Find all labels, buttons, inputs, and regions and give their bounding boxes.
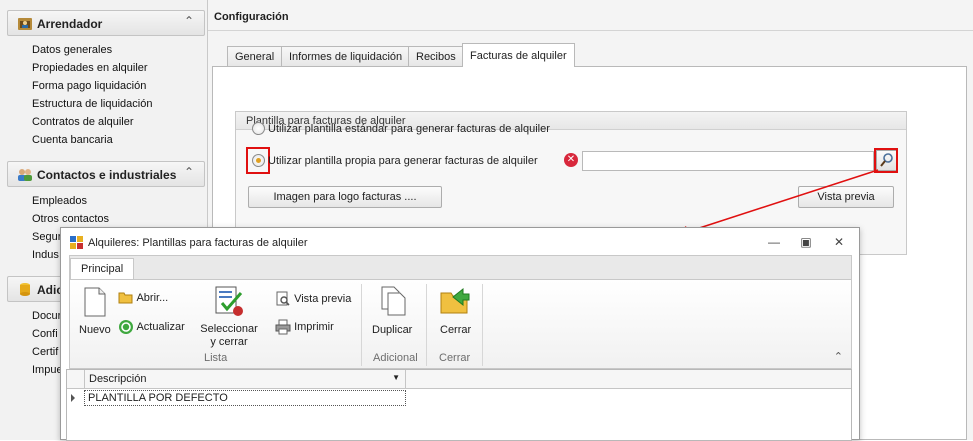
collapse-ribbon-icon[interactable]: ⌃ bbox=[834, 350, 843, 363]
new-button[interactable]: Nuevo bbox=[76, 284, 112, 342]
ribbon-tab-row: Principal bbox=[69, 255, 852, 280]
duplicate-icon bbox=[381, 286, 406, 316]
table-row[interactable]: PLANTILLA POR DEFECTO bbox=[67, 389, 851, 407]
radio-standard-label: Utilizar plantilla estándar para generar… bbox=[268, 123, 550, 135]
duplicate-button-label: Duplicar bbox=[372, 324, 413, 336]
tab-general[interactable]: General bbox=[227, 46, 283, 67]
preview-ribbon-button[interactable]: Vista previa bbox=[275, 291, 351, 307]
nav-item-datos-generales[interactable]: Datos generales bbox=[32, 44, 112, 56]
highlight-box bbox=[246, 147, 270, 174]
templates-grid: Descripción ▼ PLANTILLA POR DEFECTO bbox=[66, 369, 852, 441]
table-cell[interactable]: PLANTILLA POR DEFECTO bbox=[84, 390, 406, 406]
refresh-button[interactable]: Actualizar bbox=[118, 319, 185, 335]
tab-facturas-alquiler[interactable]: Facturas de alquiler bbox=[462, 43, 575, 67]
dialog-titlebar[interactable]: Alquileres: Plantillas para facturas de … bbox=[61, 228, 859, 256]
refresh-button-label: Actualizar bbox=[136, 320, 185, 333]
tab-recibos[interactable]: Recibos bbox=[408, 46, 464, 67]
page-title: Configuración bbox=[214, 11, 289, 23]
group-label-cerrar: Cerrar bbox=[439, 352, 471, 364]
select-close-label-1: Seleccionar bbox=[200, 323, 258, 335]
logo-image-button[interactable]: Imagen para logo facturas .... bbox=[248, 186, 442, 208]
new-button-label: Nuevo bbox=[79, 324, 111, 336]
close-icon[interactable]: ✕ bbox=[830, 234, 848, 250]
nav-item-forma-pago[interactable]: Forma pago liquidación bbox=[32, 80, 146, 92]
landlord-icon bbox=[18, 18, 32, 30]
app-icon bbox=[70, 236, 83, 249]
ribbon-separator bbox=[482, 284, 483, 366]
radio-own-label: Utilizar plantilla propia para generar f… bbox=[268, 155, 538, 167]
database-icon bbox=[20, 283, 30, 296]
open-button[interactable]: Abrir... bbox=[118, 291, 168, 305]
nav-item-docur[interactable]: Docur bbox=[32, 310, 61, 322]
column-title: Descripción bbox=[89, 373, 147, 385]
nav-item-certif[interactable]: Certif bbox=[32, 346, 58, 358]
nav-group-arrendador[interactable]: Arrendador ⌃ bbox=[7, 10, 205, 36]
templates-dialog: Alquileres: Plantillas para facturas de … bbox=[60, 227, 860, 441]
group-label-adicional: Adicional bbox=[373, 352, 418, 364]
group-label-lista: Lista bbox=[204, 352, 228, 364]
radio-standard-template[interactable] bbox=[252, 122, 265, 135]
select-close-icon bbox=[215, 286, 243, 316]
tab-principal[interactable]: Principal bbox=[70, 258, 135, 280]
ribbon-separator bbox=[426, 284, 427, 366]
select-close-label-2: y cerrar bbox=[210, 336, 248, 348]
ribbon-separator bbox=[361, 284, 362, 366]
chevron-up-icon[interactable]: ⌃ bbox=[184, 14, 194, 28]
preview-icon bbox=[276, 291, 290, 306]
tab-informes-liquidacion[interactable]: Informes de liquidación bbox=[281, 46, 411, 67]
nav-item-contratos[interactable]: Contratos de alquiler bbox=[32, 116, 134, 128]
nav-item-propiedades[interactable]: Propiedades en alquiler bbox=[32, 62, 148, 74]
nav-item-otros-contactos[interactable]: Otros contactos bbox=[32, 213, 109, 225]
nav-group-title: Contactos e industriales bbox=[37, 168, 177, 182]
minimize-icon[interactable]: — bbox=[765, 234, 783, 250]
nav-group-title: Arrendador bbox=[37, 17, 103, 31]
folder-icon bbox=[118, 292, 133, 304]
print-button[interactable]: Imprimir bbox=[275, 319, 334, 335]
template-path-input[interactable] bbox=[582, 151, 874, 171]
duplicate-button[interactable]: Duplicar bbox=[372, 284, 416, 342]
highlight-box bbox=[874, 148, 898, 173]
new-document-icon bbox=[84, 287, 106, 317]
dialog-title: Alquileres: Plantillas para facturas de … bbox=[88, 237, 308, 249]
chevron-up-icon[interactable]: ⌃ bbox=[184, 165, 194, 179]
select-close-button[interactable]: Seleccionar y cerrar bbox=[200, 282, 258, 348]
open-button-label: Abrir... bbox=[136, 291, 169, 304]
nav-item-segur[interactable]: Segur bbox=[32, 231, 61, 243]
row-indicator-icon bbox=[71, 394, 75, 402]
nav-item-indus[interactable]: Indus bbox=[32, 249, 59, 261]
ribbon: Nuevo Abrir... Actualizar Seleccionar y … bbox=[69, 279, 852, 369]
divider bbox=[208, 30, 973, 31]
print-button-label: Imprimir bbox=[294, 320, 334, 333]
error-icon: ✕ bbox=[564, 153, 578, 167]
nav-item-estructura[interactable]: Estructura de liquidación bbox=[32, 98, 152, 110]
refresh-icon bbox=[119, 320, 133, 334]
dropdown-arrow-icon[interactable]: ▼ bbox=[392, 373, 400, 382]
close-ribbon-label: Cerrar bbox=[440, 324, 472, 336]
nav-group-contactos[interactable]: Contactos e industriales ⌃ bbox=[7, 161, 205, 187]
preview-ribbon-label: Vista previa bbox=[294, 292, 352, 305]
preview-button[interactable]: Vista previa bbox=[798, 186, 894, 208]
nav-item-confi[interactable]: Confi bbox=[32, 328, 58, 340]
nav-item-empleados[interactable]: Empleados bbox=[32, 195, 87, 207]
grid-header: Descripción ▼ bbox=[67, 370, 851, 389]
nav-item-impue[interactable]: Impue bbox=[32, 364, 63, 376]
close-folder-icon bbox=[440, 287, 470, 314]
nav-item-cuenta-bancaria[interactable]: Cuenta bancaria bbox=[32, 134, 113, 146]
contacts-icon bbox=[18, 169, 32, 181]
column-header-descripcion[interactable]: Descripción ▼ bbox=[84, 370, 406, 389]
close-ribbon-button[interactable]: Cerrar bbox=[435, 284, 475, 342]
printer-icon bbox=[275, 319, 291, 335]
restore-icon[interactable]: ▣ bbox=[797, 234, 815, 250]
